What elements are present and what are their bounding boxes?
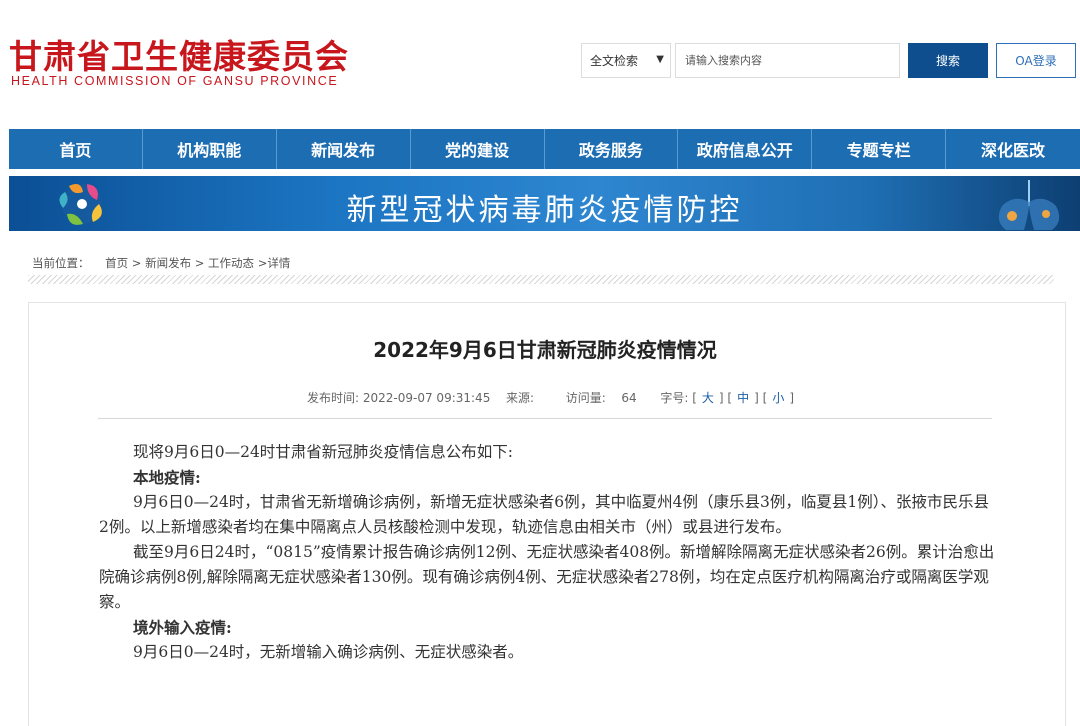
search-scope-value: 全文检索 [590, 54, 639, 68]
nav-item-topics[interactable]: 专题专栏 [812, 129, 947, 169]
site-logo-cn[interactable]: 甘肃省卫生健康委员会 [9, 30, 349, 78]
covid-banner[interactable]: 新型冠状病毒肺炎疫情防控 [9, 176, 1080, 231]
search-scope-select[interactable]: 全文检索 ▼ [581, 43, 671, 78]
nav-item-home[interactable]: 首页 [9, 129, 143, 169]
banner-title: 新型冠状病毒肺炎疫情防控 [346, 193, 743, 228]
site-header: 甘肃省卫生健康委员会 HEALTH COMMISSION OF GANSU PR… [0, 0, 1080, 128]
views-label: 访问量: [565, 391, 606, 405]
nav-item-disclosure[interactable]: 政府信息公开 [678, 129, 813, 169]
published-time: 2022-09-07 09:31:45 [362, 391, 491, 405]
local-heading: 本地疫情: [133, 468, 201, 487]
nav-item-reform[interactable]: 深化医改 [946, 129, 1080, 169]
fontsize-controls: [大] [中] [小] [692, 391, 795, 405]
site-logo-en: HEALTH COMMISSION OF GANSU PROVINCE [11, 74, 339, 88]
breadcrumb-label: 当前位置： [32, 256, 90, 270]
search-button[interactable]: 搜索 [908, 43, 988, 78]
fontsize-large-link[interactable]: 大 [702, 391, 714, 405]
import-paragraph-1: 9月6日0—24时，无新增输入确诊病例、无症状感染者。 [133, 643, 524, 661]
source-label: 来源: [505, 391, 535, 405]
nav-item-services[interactable]: 政务服务 [545, 129, 679, 169]
views-count: 64 [621, 391, 637, 405]
article-body: 现将9月6日0—24时甘肃省新冠肺炎疫情信息公布如下: 本地疫情: 9月6日0—… [99, 440, 995, 665]
nav-item-functions[interactable]: 机构职能 [143, 129, 277, 169]
oa-login-button[interactable]: OA登录 [996, 43, 1076, 78]
article-title: 2022年9月6日甘肃新冠肺炎疫情情况 [373, 338, 717, 362]
hatch-divider [28, 275, 1054, 284]
nav-item-news[interactable]: 新闻发布 [277, 129, 411, 169]
search-input[interactable] [675, 43, 900, 78]
meta-divider [98, 418, 992, 419]
import-heading: 境外输入疫情: [133, 618, 232, 637]
fontsize-medium-link[interactable]: 中 [737, 391, 749, 405]
local-paragraph-1: 9月6日0—24时，甘肃省无新增确诊病例，新增无症状感染者6例，其中临夏州4例（… [99, 493, 990, 536]
article-intro: 现将9月6日0—24时甘肃省新冠肺炎疫情信息公布如下: [133, 443, 514, 461]
lungs-icon [998, 180, 1060, 230]
main-nav: 首页 机构职能 新闻发布 党的建设 政务服务 政府信息公开 专题专栏 深化医改 [9, 129, 1080, 169]
fontsize-small-link[interactable]: 小 [772, 391, 784, 405]
published-label: 发布时间: [307, 391, 360, 405]
chevron-down-icon: ▼ [656, 54, 664, 65]
breadcrumb-path[interactable]: 首页 > 新闻发布 > 工作动态 >详情 [105, 256, 290, 270]
article-meta: 发布时间: 2022-09-07 09:31:45 来源: 访问量: 64 字号… [307, 389, 794, 406]
local-paragraph-2: 截至9月6日24时，“0815”疫情累计报告确诊病例12例、无症状感染者408例… [99, 543, 995, 611]
fontsize-label: 字号: [660, 391, 689, 405]
breadcrumb: 当前位置： 首页 > 新闻发布 > 工作动态 >详情 [32, 255, 292, 271]
nav-item-party[interactable]: 党的建设 [411, 129, 545, 169]
